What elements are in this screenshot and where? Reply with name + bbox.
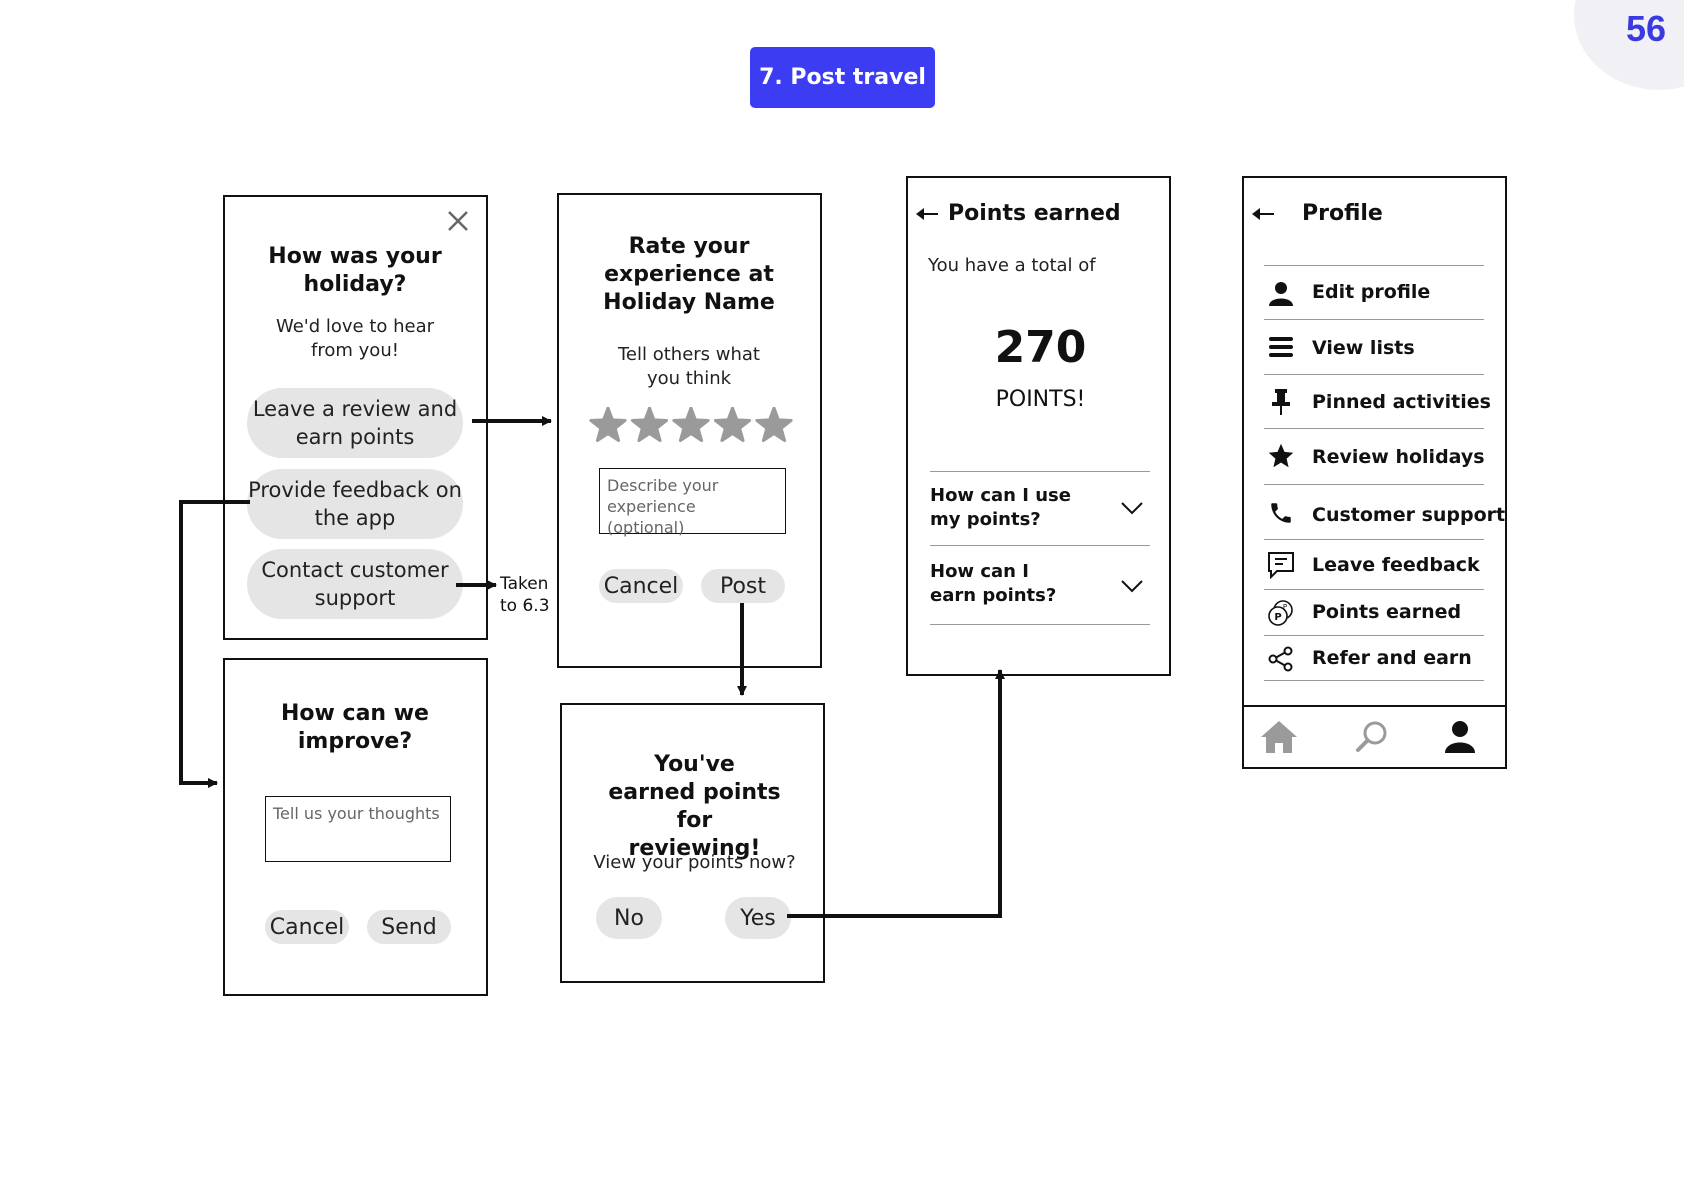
menu-pinned-activities[interactable]: Pinned activities xyxy=(1264,374,1491,428)
svg-text:P: P xyxy=(1274,612,1281,623)
screen-profile: Profile Edit profile View lists Pinned a… xyxy=(1242,176,1507,769)
back-arrow-icon[interactable] xyxy=(916,206,938,225)
menu-label: Review holidays xyxy=(1312,446,1485,468)
menu-refer-and-earn[interactable]: Refer and earn xyxy=(1264,635,1484,681)
menu-label: Points earned xyxy=(1312,601,1462,623)
screen-rate-experience: Rate your experience at Holiday Name Tel… xyxy=(557,193,822,668)
list-icon xyxy=(1266,332,1296,362)
profile-title: Profile xyxy=(1302,201,1383,226)
star-icon[interactable] xyxy=(713,406,752,443)
pin-icon xyxy=(1266,387,1296,417)
menu-view-lists[interactable]: View lists xyxy=(1264,319,1484,374)
section-title: 7. Post travel xyxy=(750,47,935,108)
how-was-subtitle: We'd love to hear from you! xyxy=(275,316,435,361)
rate-cancel-button[interactable]: Cancel xyxy=(599,569,683,603)
points-icon: PP xyxy=(1266,598,1296,628)
page-number: 56 xyxy=(1625,8,1666,49)
menu-label: View lists xyxy=(1312,337,1415,359)
home-icon[interactable] xyxy=(1259,719,1299,759)
improve-cancel-button[interactable]: Cancel xyxy=(265,910,349,944)
menu-review-holidays[interactable]: Review holidays xyxy=(1264,428,1485,484)
menu-label: Leave feedback xyxy=(1312,554,1480,576)
rate-title: Rate your experience at Holiday Name xyxy=(603,234,775,315)
screen-points-earned: Points earned You have a total of 270 PO… xyxy=(906,176,1171,676)
menu-points-earned[interactable]: PP Points earned xyxy=(1264,589,1484,635)
menu-customer-support[interactable]: Customer support xyxy=(1264,484,1505,539)
star-icon[interactable] xyxy=(630,406,669,443)
points-label: POINTS! xyxy=(995,387,1086,412)
points-screen-title: Points earned xyxy=(948,201,1121,226)
earned-subtitle: View your points now? xyxy=(593,852,796,873)
phone-icon xyxy=(1266,498,1296,528)
faq-earn-points-text: How can I earn points? xyxy=(930,561,1057,606)
leave-review-button[interactable]: Leave a review and earn points xyxy=(247,388,463,458)
menu-label: Edit profile xyxy=(1312,281,1431,303)
screen-improve: How can we improve? Tell us your thought… xyxy=(223,658,488,996)
yes-button[interactable]: Yes xyxy=(725,897,791,939)
screen-how-was-holiday: How was your holiday? We'd love to hear … xyxy=(223,195,488,640)
points-total: 270 xyxy=(994,322,1087,373)
chevron-down-icon[interactable] xyxy=(1120,500,1144,519)
describe-experience-input[interactable]: Describe your experience (optional) xyxy=(599,468,786,537)
post-button[interactable]: Post xyxy=(701,569,785,603)
faq-use-points-text: How can I use my points? xyxy=(930,485,1071,530)
contact-support-button[interactable]: Contact customer support xyxy=(247,549,463,619)
star-rating[interactable] xyxy=(589,406,794,445)
profile-icon[interactable] xyxy=(1442,719,1478,759)
bottom-nav xyxy=(1244,705,1505,767)
menu-label: Customer support xyxy=(1312,504,1506,526)
thoughts-input[interactable]: Tell us your thoughts xyxy=(265,796,451,862)
feedback-icon xyxy=(1266,550,1296,580)
back-arrow-icon[interactable] xyxy=(1252,206,1274,225)
rate-subtitle: Tell others what you think xyxy=(617,344,760,389)
menu-label: Refer and earn xyxy=(1312,647,1472,669)
screen-earned-points: You've earned points for reviewing! View… xyxy=(560,703,825,983)
share-icon xyxy=(1266,644,1296,674)
star-icon[interactable] xyxy=(672,406,710,443)
star-icon[interactable] xyxy=(589,406,627,443)
send-button[interactable]: Send xyxy=(367,910,451,944)
svg-text:P: P xyxy=(1283,603,1287,611)
how-was-title: How was your holiday? xyxy=(268,244,442,297)
no-button[interactable]: No xyxy=(596,897,662,939)
earned-title: You've earned points for reviewing! xyxy=(608,752,781,861)
close-icon[interactable] xyxy=(447,209,469,237)
faq-earn-points[interactable]: How can I earn points? xyxy=(930,545,1150,625)
search-icon[interactable] xyxy=(1354,719,1390,759)
person-icon xyxy=(1266,278,1296,308)
provide-feedback-button[interactable]: Provide feedback on the app xyxy=(247,469,463,539)
menu-label: Pinned activities xyxy=(1312,391,1491,413)
star-icon[interactable] xyxy=(755,406,793,443)
star-icon xyxy=(1266,441,1296,471)
contact-note: Taken to 6.3 xyxy=(500,574,550,616)
improve-title: How can we improve? xyxy=(281,701,429,754)
points-subtitle: You have a total of xyxy=(928,255,1096,276)
menu-edit-profile[interactable]: Edit profile xyxy=(1264,265,1484,319)
menu-leave-feedback[interactable]: Leave feedback xyxy=(1264,539,1484,589)
chevron-down-icon[interactable] xyxy=(1120,578,1144,597)
faq-use-points[interactable]: How can I use my points? xyxy=(930,471,1150,545)
